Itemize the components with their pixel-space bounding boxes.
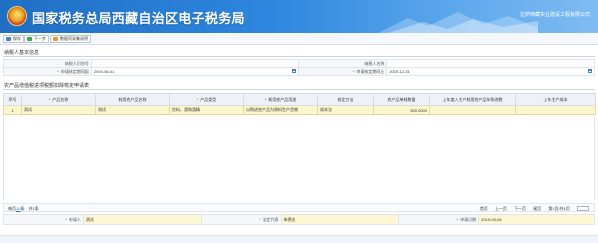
product-section-title: 农产品增值税进项税额扣除核定申请表 [4, 83, 90, 89]
data-collection-help-button[interactable]: 数据项采集说明 [50, 35, 91, 43]
period-end-label: * 申请核定期间止 [298, 67, 388, 76]
first-page-link[interactable]: 首页 [480, 206, 488, 211]
mountain-decoration [378, 12, 538, 33]
taxpayer-id-label: 纳税人识别号 [3, 59, 92, 68]
next-step-button[interactable]: 下一步 [24, 35, 49, 43]
tax-emblem-icon [7, 6, 27, 26]
page-jump-input[interactable] [577, 206, 589, 212]
next-icon [27, 37, 32, 41]
next-page-link[interactable]: 下一页 [514, 206, 526, 211]
table-header-row: 序号 * 产品名称 耗用农产品名称 * 产品类型 * 耗用农产品用途 核定方法 农产品… [3, 93, 596, 106]
section-divider [3, 89, 595, 90]
product-table: 序号 * 产品名称 耗用农产品名称 * 产品类型 * 耗用农产品用途 核定方法 农产品… [3, 93, 596, 115]
taxpayer-name-label: 纳税人名称 [298, 59, 388, 68]
prev-page-link[interactable]: 上一页 [495, 206, 507, 211]
header-banner: 国家税务总局西藏自治区电子税务局 拉萨西藏实业建设工程有限公司 [0, 0, 598, 33]
method-cell[interactable]: 成本法 [317, 105, 374, 115]
column-header: * 产品类型 [169, 93, 244, 106]
page-info: 第1页/共1页 [548, 206, 570, 211]
applicant-field[interactable]: 测试 [82, 214, 202, 225]
bottom-bar [0, 235, 598, 243]
last-page-link[interactable]: 尾页 [533, 206, 541, 211]
page-title: 国家税务总局西藏自治区电子税务局 [32, 12, 245, 27]
pagination-bar: 每页10条 共1条 首页 上一页 下一页 尾页 第1页/共1页 [3, 203, 595, 212]
taxpayer-info-table: 纳税人识别号 纳税人名称 * 申请核定期间起 2019-06-01 * 申请核定期间… [3, 59, 595, 76]
usage-cell[interactable]: 以购进农产品为原料生产货物 [243, 105, 318, 115]
period-end-field[interactable]: 2019-12-31 [386, 67, 595, 76]
applicant-label: * 申请人 [3, 214, 84, 225]
column-header: 农产品单耗数量 [373, 93, 430, 106]
apply-date-label: * 申请日期 [398, 214, 480, 225]
taxpayer-name-field[interactable] [386, 59, 595, 68]
period-start-field[interactable]: 2019-06-01 [90, 67, 300, 76]
save-button[interactable]: 保存 [3, 35, 24, 43]
column-header: 核定方法 [317, 93, 374, 106]
section-divider [3, 56, 595, 57]
last-year-purchase-cell[interactable] [429, 105, 516, 115]
column-header: 序号 [3, 93, 22, 106]
taxpayer-id-field[interactable] [90, 59, 300, 68]
column-header: * 产品名称 [21, 93, 96, 106]
applicant-table: * 申请人 测试 * 法定代表 朱德志 * 申请日期 2019-09-06 [3, 214, 595, 225]
column-header: * 耗用农产品用途 [243, 93, 318, 106]
product-name-cell[interactable]: 测试 [21, 105, 96, 115]
save-icon [6, 37, 11, 41]
period-start-label: * 申请核定期间起 [3, 67, 92, 76]
product-type-cell[interactable]: 饮料、酒和酒精 [169, 105, 244, 115]
apply-date-field[interactable]: 2019-09-06 [478, 214, 595, 225]
calendar-icon[interactable] [588, 69, 592, 73]
table-row[interactable]: 1 测试 测试 饮料、酒和酒精 以购进农产品为原料生产货物 成本法 500.00… [3, 105, 596, 115]
unit-consumption-cell[interactable]: 500.0000 [373, 105, 430, 115]
calendar-icon[interactable] [292, 69, 297, 73]
row-index: 1 [3, 105, 22, 115]
page-nav: 首页 上一页 下一页 尾页 第1页/共1页 [474, 206, 589, 212]
company-name: 拉萨西藏实业建设工程有限公司 [519, 12, 590, 18]
column-header: 上年主产成本 [515, 93, 596, 106]
last-year-cost-cell[interactable] [515, 105, 596, 115]
column-header: 耗用农产品名称 [95, 93, 170, 106]
help-icon [53, 37, 58, 41]
toolbar: 保存 下一步 数据项采集说明 [0, 33, 598, 45]
raw-material-name-cell[interactable]: 测试 [95, 105, 170, 115]
legal-rep-field[interactable]: 朱德志 [280, 214, 400, 225]
page-size-info: 每页10条 共1条 [8, 206, 39, 211]
column-header: 上年度入主产耗用农产品年购进数 [429, 93, 516, 106]
taxpayer-section-title: 纳税人基本信息 [4, 50, 40, 56]
legal-rep-label: * 法定代表 [200, 214, 282, 225]
table-empty-area [3, 115, 595, 200]
